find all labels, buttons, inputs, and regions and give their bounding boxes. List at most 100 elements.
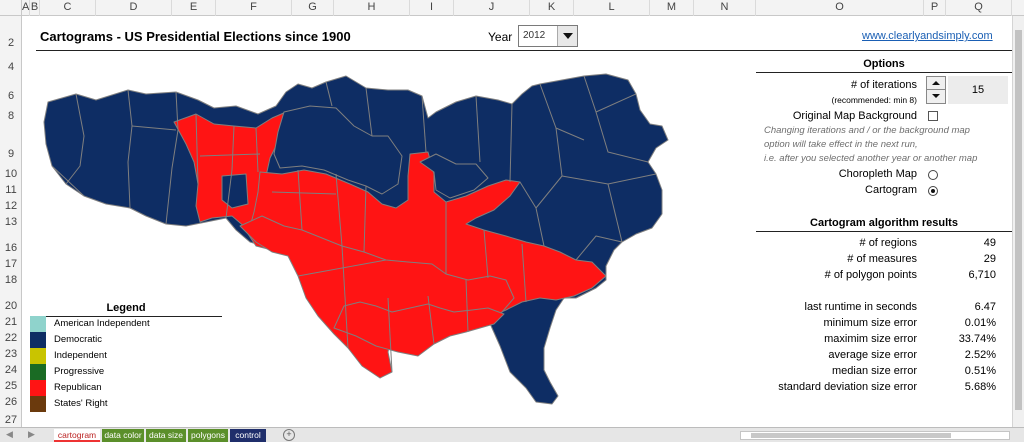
legend-label: Democratic xyxy=(54,334,103,345)
select-all-corner[interactable] xyxy=(0,0,22,16)
row-header[interactable]: 24 xyxy=(0,364,22,376)
choropleth-radio[interactable] xyxy=(928,170,938,180)
row-header[interactable]: 9 xyxy=(0,148,22,160)
chevron-down-icon[interactable] xyxy=(557,26,577,46)
vertical-scrollbar-thumb[interactable] xyxy=(1015,30,1022,410)
year-label: Year xyxy=(488,30,513,44)
legend-item: Republican xyxy=(30,380,222,396)
result-value: 49 xyxy=(983,237,996,249)
tab-data-size[interactable]: data size xyxy=(146,429,186,442)
result-label: # of polygon points xyxy=(824,269,917,281)
legend-item: Democratic xyxy=(30,332,222,348)
map-region-democratic-colorado xyxy=(221,173,249,209)
column-header-o[interactable]: O xyxy=(756,0,924,16)
row-header[interactable]: 6 xyxy=(0,90,22,102)
result-value: 29 xyxy=(983,253,996,265)
legend-swatch xyxy=(30,380,46,396)
column-header-j[interactable]: J xyxy=(454,0,530,16)
results-divider xyxy=(756,231,1012,232)
sheet-tab-bar: ◀ ▶ cartogram data color data size polyg… xyxy=(0,427,1024,442)
website-link[interactable]: www.clearlyandsimply.com xyxy=(862,30,993,42)
year-value: 2012 xyxy=(523,30,546,41)
tab-polygons[interactable]: polygons xyxy=(188,429,228,442)
row-header[interactable]: 12 xyxy=(0,200,22,212)
row-header[interactable]: 20 xyxy=(0,300,22,312)
spin-down-icon[interactable] xyxy=(927,90,945,103)
legend-item: Independent xyxy=(30,348,222,364)
tab-control[interactable]: control xyxy=(230,429,266,442)
column-header-m[interactable]: M xyxy=(650,0,694,16)
iterations-value[interactable]: 15 xyxy=(948,76,1008,104)
vertical-scrollbar[interactable] xyxy=(1012,16,1024,427)
legend-swatch xyxy=(30,396,46,412)
row-header[interactable]: 17 xyxy=(0,258,22,270)
column-header-bar: A B C D E F G H I J K L M N O P Q xyxy=(0,0,1024,16)
result-label: # of measures xyxy=(847,253,917,265)
column-header-b[interactable]: B xyxy=(30,0,40,16)
iterations-label: # of iterations xyxy=(850,79,917,91)
options-title: Options xyxy=(863,58,905,70)
result-label: last runtime in seconds xyxy=(804,301,918,313)
column-header-d[interactable]: D xyxy=(96,0,172,16)
page-title: Cartograms - US Presidential Elections s… xyxy=(40,29,351,44)
legend-label: Progressive xyxy=(54,366,105,377)
row-header[interactable]: 16 xyxy=(0,242,22,254)
column-header-k[interactable]: K xyxy=(530,0,574,16)
tab-scroll-left-icon[interactable]: ◀ xyxy=(6,429,13,440)
tab-data-color[interactable]: data color xyxy=(102,429,144,442)
options-note-line: Changing iterations and / or the backgro… xyxy=(764,125,970,136)
tab-cartogram[interactable]: cartogram xyxy=(54,429,100,442)
column-header-c[interactable]: C xyxy=(40,0,96,16)
tab-scroll-right-icon[interactable]: ▶ xyxy=(28,429,35,440)
legend-item: Progressive xyxy=(30,364,222,380)
row-header[interactable]: 26 xyxy=(0,396,22,408)
legend-swatch xyxy=(30,348,46,364)
options-note-line: option will take effect in the next run, xyxy=(764,139,918,150)
cartogram-radio[interactable] xyxy=(928,186,938,196)
plus-circle-icon[interactable]: + xyxy=(283,429,295,441)
horizontal-scrollbar-thumb[interactable] xyxy=(751,433,951,438)
legend-label: States' Right xyxy=(54,398,108,409)
column-header-f[interactable]: F xyxy=(216,0,292,16)
legend-label: American Independent xyxy=(54,318,150,329)
row-header[interactable]: 8 xyxy=(0,110,22,122)
row-header[interactable]: 25 xyxy=(0,380,22,392)
result-label: standard deviation size error xyxy=(778,381,917,393)
horizontal-scrollbar[interactable] xyxy=(740,431,1010,440)
legend-title: Legend xyxy=(106,302,146,314)
column-header-p[interactable]: P xyxy=(924,0,946,16)
column-header-h[interactable]: H xyxy=(334,0,410,16)
row-header[interactable]: 10 xyxy=(0,168,22,180)
row-header[interactable]: 27 xyxy=(0,414,22,426)
spin-up-icon[interactable] xyxy=(927,77,945,90)
row-header[interactable]: 18 xyxy=(0,274,22,286)
result-label: average size error xyxy=(828,349,917,361)
column-header-q[interactable]: Q xyxy=(946,0,1012,16)
legend-item: States' Right xyxy=(30,396,222,412)
options-divider xyxy=(756,72,1012,73)
column-header-g[interactable]: G xyxy=(292,0,334,16)
column-header-i[interactable]: I xyxy=(410,0,454,16)
background-checkbox[interactable] xyxy=(928,111,938,121)
row-header[interactable]: 23 xyxy=(0,348,22,360)
row-header[interactable]: 22 xyxy=(0,332,22,344)
choropleth-label: Choropleth Map xyxy=(838,168,917,180)
year-dropdown[interactable]: 2012 xyxy=(518,25,578,47)
legend-swatch xyxy=(30,316,46,332)
result-value: 6.47 xyxy=(974,301,996,313)
legend-swatch xyxy=(30,332,46,348)
row-header[interactable]: 2 xyxy=(0,37,22,49)
row-header[interactable]: 13 xyxy=(0,216,22,228)
row-header[interactable]: 4 xyxy=(0,61,22,73)
column-header-a[interactable]: A xyxy=(22,0,30,16)
result-value: 0.51% xyxy=(964,365,996,377)
iterations-spinner[interactable] xyxy=(926,76,946,104)
result-label: median size error xyxy=(832,365,917,377)
column-header-n[interactable]: N xyxy=(694,0,756,16)
column-header-l[interactable]: L xyxy=(574,0,650,16)
row-header[interactable]: 11 xyxy=(0,184,22,196)
iterations-hint: (recommended: min 8) xyxy=(831,95,917,105)
row-header[interactable]: 21 xyxy=(0,316,22,328)
column-header-e[interactable]: E xyxy=(172,0,216,16)
result-label: maximim size error xyxy=(824,333,917,345)
